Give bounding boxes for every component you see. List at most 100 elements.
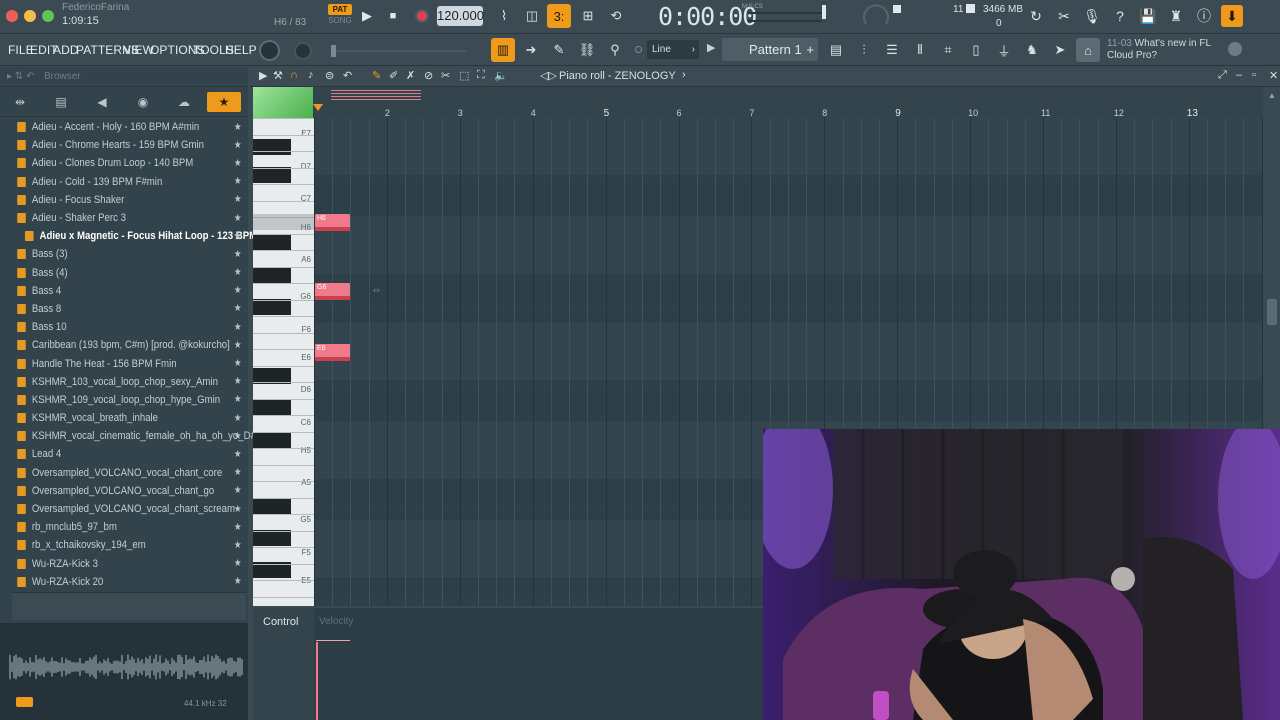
plugins-icon[interactable]: ◀ <box>91 92 113 112</box>
browser-file-item[interactable]: Adieu - Focus Shaker ★ <box>0 191 249 209</box>
collapse-all-icon[interactable]: ⇹ <box>9 92 31 112</box>
favorite-star-icon[interactable]: ★ <box>234 231 242 242</box>
favorite-star-icon[interactable]: ★ <box>234 140 242 151</box>
favorite-star-icon[interactable]: ★ <box>234 358 242 369</box>
speaker-icon[interactable]: 🔈 <box>494 69 508 82</box>
zoom-tool-icon[interactable]: ⛶ <box>477 69 485 82</box>
snap-select[interactable]: Line › <box>647 40 699 59</box>
browser-scrollbar[interactable] <box>12 592 246 620</box>
browser-file-item[interactable]: Bass 4 ★ <box>0 282 249 300</box>
piano-roll-view-icon[interactable]: ▥ <box>491 38 515 62</box>
favorite-star-icon[interactable]: ★ <box>234 449 242 460</box>
close-window-button[interactable] <box>6 10 18 22</box>
velocity-bar[interactable] <box>316 642 318 720</box>
favorite-star-icon[interactable]: ★ <box>234 213 242 224</box>
stop-icon[interactable]: ■ <box>383 6 403 26</box>
minimize-window-button[interactable] <box>24 10 36 22</box>
close-panel-icon[interactable]: ✕ <box>1269 69 1278 82</box>
favorite-star-icon[interactable]: ★ <box>234 158 242 169</box>
news-panel[interactable]: 11-03 What's new in FL Cloud Pro? <box>1107 38 1211 62</box>
stamp-tool-icon[interactable]: ⊜ <box>325 69 334 82</box>
menu-arrow-icon[interactable]: ▶ <box>259 69 267 82</box>
slice-tool-icon[interactable]: ✂ <box>441 69 450 82</box>
browser-file-item[interactable]: Lead 4 ★ <box>0 445 249 463</box>
black-key[interactable] <box>253 432 291 448</box>
browser-file-item[interactable]: rb_mnclub5_97_bm ★ <box>0 518 249 536</box>
pencil-tool-icon[interactable]: ✎ <box>547 38 571 62</box>
sampler-icon[interactable]: ♞ <box>1020 38 1044 62</box>
favorite-star-icon[interactable]: ★ <box>234 303 242 314</box>
browser-file-item[interactable]: Adieu - Cold - 139 BPM F#min ★ <box>0 173 249 191</box>
favorite-star-icon[interactable]: ★ <box>234 122 242 133</box>
stamp-icon[interactable]: ⚲ <box>603 38 627 62</box>
tools-wrench-icon[interactable]: ⚒ <box>273 69 283 82</box>
link-icon[interactable]: ⛓ <box>575 38 599 62</box>
favorite-star-icon[interactable]: ★ <box>234 340 242 351</box>
magnet-icon[interactable] <box>635 46 642 53</box>
browser-file-item[interactable]: Wu-RZA-Kick 20 ★ <box>0 573 249 591</box>
minimize-panel-icon[interactable]: – <box>1236 69 1242 81</box>
browser-file-item[interactable]: KSHMR_vocal_breath_inhale ★ <box>0 409 249 427</box>
playhead-marker[interactable] <box>313 104 323 111</box>
cut-icon[interactable]: ✂ <box>1053 5 1075 27</box>
browser-file-item[interactable]: Oversampled_VOLCANO_vocal_chant_scream ★ <box>0 500 249 518</box>
pattern-select[interactable]: Pattern 1 + <box>722 38 818 61</box>
mute-tool-icon[interactable]: ⊘ <box>424 69 433 82</box>
favorite-star-icon[interactable]: ★ <box>234 376 242 387</box>
browser-file-item[interactable]: Bass (4) ★ <box>0 264 249 282</box>
timeline-ruler[interactable]: 2 3 4 5 6 7 8 9 10 11 12 13 <box>253 87 1263 119</box>
loop-record-icon[interactable]: ⟲ <box>604 4 628 28</box>
channel-rack-icon[interactable]: ⫶ <box>852 38 876 62</box>
magnet-snap-icon[interactable]: ∩ <box>290 69 298 81</box>
browser-file-item[interactable]: rb_x_tchaikovsky_194_em ★ <box>0 536 249 554</box>
help-icon[interactable]: ? <box>1109 5 1131 27</box>
countdown-icon[interactable]: 3: <box>547 4 571 28</box>
browser-file-item[interactable]: Oversampled_VOLCANO_vocal_chant_go ★ <box>0 482 249 500</box>
play-icon[interactable]: ▶ <box>357 6 377 26</box>
browser-file-item[interactable]: Adieu - Clones Drum Loop - 140 BPM ★ <box>0 154 249 172</box>
browser-file-item[interactable]: Adieu - Accent - Holy - 160 BPM A#min ★ <box>0 118 249 136</box>
info-icon[interactable]: ⓘ <box>1193 5 1215 27</box>
tempo-display[interactable]: 120.000 <box>437 6 484 26</box>
browser-file-item[interactable]: KSHMR_vocal_cinematic_female_oh_ha_oh_yo… <box>0 427 271 445</box>
microphone-icon[interactable]: 🎙 <box>1081 5 1103 27</box>
black-key[interactable] <box>253 530 291 546</box>
browser-file-item[interactable]: Wu-RZA-Kick 3 ★ <box>0 555 249 573</box>
black-key[interactable] <box>253 400 291 416</box>
browser-file-item[interactable]: KSHMR_103_vocal_loop_chop_sexy_Amin ★ <box>0 373 249 391</box>
main-slider[interactable] <box>328 42 468 58</box>
save-icon[interactable]: 💾 <box>1137 5 1159 27</box>
control-label[interactable]: Control <box>263 616 298 628</box>
favorite-star-icon[interactable]: ★ <box>234 540 242 551</box>
wait-for-input-icon[interactable]: ◫ <box>520 4 544 28</box>
black-key[interactable] <box>253 498 291 514</box>
browser-file-item[interactable]: Bass 10 ★ <box>0 318 249 336</box>
patcher-icon[interactable]: ➤ <box>1048 38 1072 62</box>
browser-file-item[interactable]: Bass (3) ★ <box>0 245 249 263</box>
download-icon[interactable]: ⬇ <box>1221 5 1243 27</box>
favorite-star-icon[interactable]: ★ <box>234 194 242 205</box>
main-volume-knob[interactable] <box>259 40 280 61</box>
main-pitch-knob[interactable] <box>294 42 312 60</box>
online-icon[interactable]: ◉ <box>132 92 154 112</box>
note-block[interactable]: H6 <box>315 214 350 231</box>
favorite-star-icon[interactable]: ★ <box>234 485 242 496</box>
pat-song-switch[interactable]: PAT SONG <box>328 4 352 28</box>
menu-help[interactable]: HELP <box>225 43 257 57</box>
maximize-panel-icon[interactable]: ▫ <box>1252 69 1256 81</box>
plugin-icon[interactable]: ♜ <box>1165 5 1187 27</box>
cloud-icon[interactable]: ☁ <box>173 92 195 112</box>
delete-tool-icon[interactable]: ✗ <box>406 69 415 82</box>
favorite-star-icon[interactable]: ★ <box>234 467 242 478</box>
favorite-star-icon[interactable]: ★ <box>234 522 242 533</box>
favorites-star-icon[interactable]: ★ <box>207 92 241 112</box>
metronome-wave-icon[interactable]: ⌇ <box>492 4 516 28</box>
browser-file-item[interactable]: Bass 8 ★ <box>0 300 249 318</box>
black-key[interactable] <box>253 267 291 283</box>
favorite-star-icon[interactable]: ★ <box>234 176 242 187</box>
step-edit-icon[interactable]: ⊞ <box>576 4 600 28</box>
file-icon[interactable]: ▯ <box>964 38 988 62</box>
note-block[interactable]: G6 <box>315 283 350 300</box>
scroll-thumb[interactable] <box>1267 299 1277 325</box>
plug-icon[interactable]: ⏚ <box>992 38 1016 62</box>
